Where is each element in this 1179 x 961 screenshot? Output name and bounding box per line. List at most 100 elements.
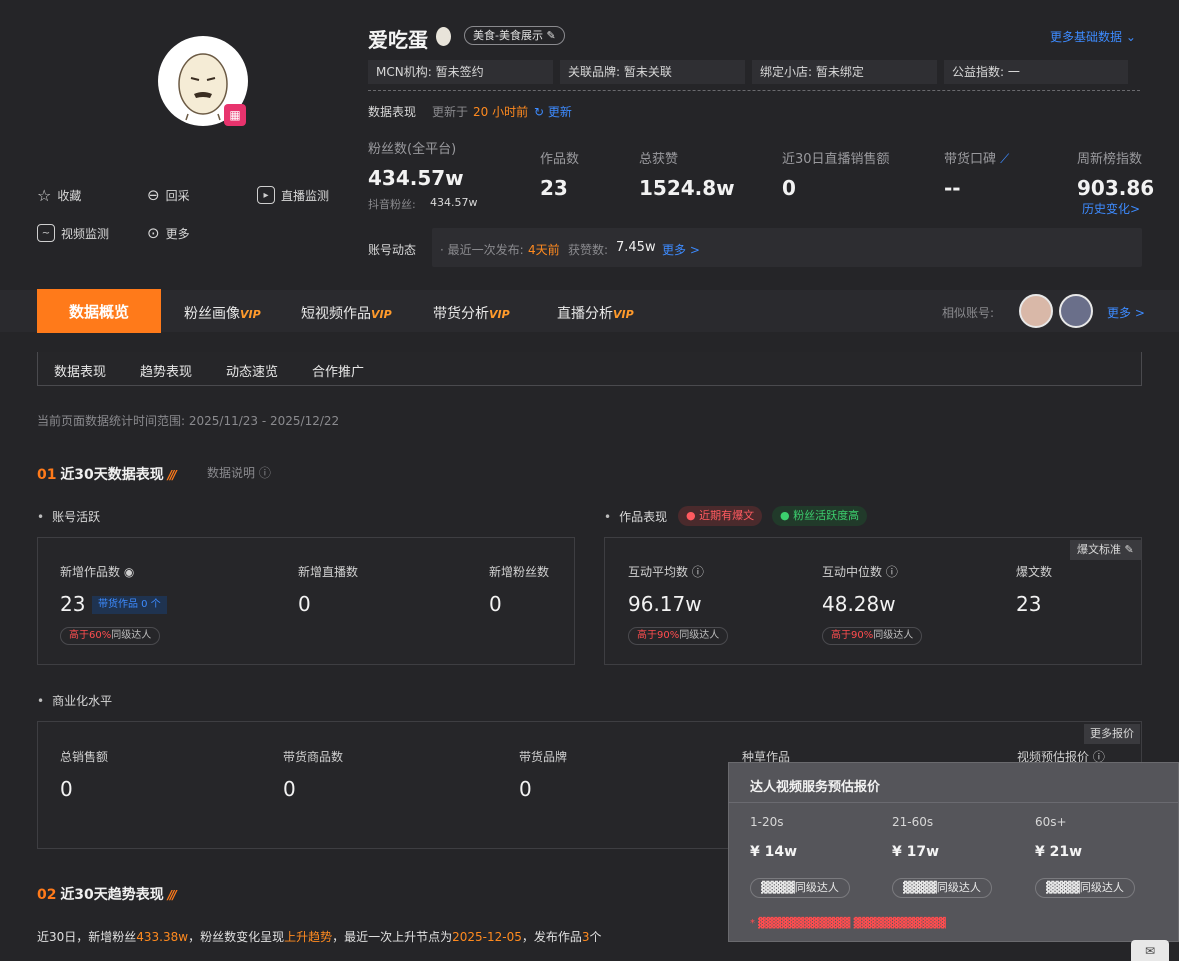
peer-label: 同级达人	[873, 630, 914, 641]
brands-value: 0	[519, 777, 532, 801]
peer-label: 同级达人	[794, 881, 839, 894]
data-explain-link[interactable]: 数据说明 ⓘ	[207, 464, 271, 481]
trend-text: ，发布作品	[521, 930, 582, 944]
new-live-value: 0	[298, 592, 311, 616]
trend-chart-icon[interactable]: ⟋	[1000, 152, 1009, 167]
section2-title: 近30天趋势表现	[60, 887, 164, 903]
fans-label: 粉丝数(全平台)	[368, 142, 457, 157]
more-basic-data-link[interactable]: 更多基础数据 ⌄	[1050, 28, 1136, 45]
recollect-icon: ⊖	[147, 186, 160, 204]
update-button[interactable]: ↻ 更新	[534, 103, 572, 120]
new-fans-label: 新增粉丝数	[489, 565, 550, 579]
dynamics-more-link[interactable]: 更多 >	[662, 241, 700, 258]
hot-badge: ● 近期有爆文	[678, 506, 763, 526]
peer-percent-blurred: ▓▓▓▓	[903, 881, 937, 894]
trend-text: 个	[589, 930, 602, 944]
star-icon: ☆	[37, 186, 52, 205]
trend-summary: 近30日，新增粉丝433.38w，粉丝数变化呈现上升趋势，最近一次上升节点为20…	[37, 928, 602, 945]
similar-more-link[interactable]: 更多 >	[1107, 304, 1145, 321]
history-change-link[interactable]: 历史变化>	[1082, 200, 1140, 217]
tab-short-video[interactable]: 短视频作品VIP	[301, 303, 392, 323]
new-works-label: 新增作品数 ◉	[60, 563, 134, 580]
tab-fans-label: 粉丝画像	[184, 306, 240, 322]
more-quote-button[interactable]: 更多报价	[1084, 724, 1140, 744]
vip-badge: VIP	[240, 308, 261, 321]
live-icon: ▸	[257, 186, 275, 204]
help-icon: ⓘ	[885, 565, 898, 579]
peer-compare-pill: ▓▓▓▓同级达人	[1035, 878, 1135, 898]
fans-value: 434.57w	[368, 166, 464, 190]
similar-account-avatar[interactable]	[1059, 294, 1093, 328]
tab-live[interactable]: 直播分析VIP	[557, 303, 634, 323]
hot-standard-button[interactable]: 爆文标准 ✎	[1070, 540, 1141, 560]
peer-percent: 高于90%	[637, 630, 680, 641]
recollect-button[interactable]: ⊖ 回采	[147, 186, 190, 204]
live-sales-value: 0	[782, 176, 796, 200]
edit-icon: ✎	[546, 29, 556, 42]
section1-title: 近30天数据表现	[60, 467, 164, 483]
egg-icon	[436, 27, 451, 46]
peer-percent: 高于90%	[831, 630, 874, 641]
tab-overview[interactable]: 数据概览	[37, 289, 161, 333]
quote-duration: 21-60s	[892, 815, 934, 829]
section2-num: 02	[37, 887, 57, 903]
chevron-down-icon: ⌄	[1125, 30, 1136, 44]
peer-compare-pill: 高于90%同级达人	[822, 627, 923, 645]
category-tag[interactable]: 美食-美食展示 ✎	[464, 26, 565, 45]
interact-avg-value: 96.17w	[628, 592, 702, 616]
subtab-cooperation[interactable]: 合作推广	[312, 361, 364, 380]
tab-fans[interactable]: 粉丝画像VIP	[184, 303, 261, 323]
similar-label: 相似账号:	[942, 306, 995, 320]
new-fans-value: 0	[489, 592, 502, 616]
weekly-index-value: 903.86	[1077, 176, 1155, 200]
trend-date: 2025-12-05	[452, 930, 522, 944]
new-works-value: 23	[60, 592, 86, 616]
qr-code-icon[interactable]: ▦	[224, 104, 246, 126]
peer-label: 同级达人	[111, 630, 152, 641]
live-monitor-button[interactable]: ▸ 直播监测	[257, 186, 329, 204]
hot-standard-label: 爆文标准	[1077, 543, 1121, 556]
subtab-trend[interactable]: 趋势表现	[140, 361, 192, 380]
subtab-dynamics[interactable]: 动态速览	[226, 361, 278, 380]
peer-percent-blurred: ▓▓▓▓	[1046, 881, 1080, 894]
likes-value: 1524.8w	[639, 176, 735, 200]
quote-price: ¥ 21w	[1035, 844, 1083, 860]
trend-text: ，粉丝数变化呈现	[188, 930, 285, 944]
interact-avg-label: 互动平均数 ⓘ	[628, 563, 704, 580]
more-icon: ⊙	[147, 224, 160, 242]
live-sales-label: 近30日直播销售额	[782, 152, 890, 167]
interact-med-text: 互动中位数	[822, 565, 883, 579]
new-live-label: 新增直播数	[298, 565, 359, 579]
works-performance-label: 作品表现	[604, 508, 667, 525]
reputation-text: 带货口碑	[944, 152, 997, 167]
favorite-button[interactable]: ☆ 收藏	[37, 186, 81, 205]
monitor-icon: ~	[37, 224, 55, 242]
weekly-index-label: 周新榜指数	[1077, 152, 1143, 167]
tab-live-label: 直播分析	[557, 306, 613, 322]
user-icon: ●	[780, 509, 790, 522]
total-sales-label: 总销售额	[60, 750, 109, 764]
slash-decoration: ///	[167, 468, 177, 482]
updated-time: 20 小时前	[473, 105, 529, 119]
subtab-performance[interactable]: 数据表现	[54, 361, 106, 380]
quote-duration: 1-20s	[750, 815, 784, 829]
goods-count-value: 0	[283, 777, 296, 801]
perf-label: 数据表现	[368, 105, 417, 119]
active-badge-label: 粉丝活跃度高	[793, 509, 860, 522]
interact-med-label: 互动中位数 ⓘ	[822, 563, 898, 580]
eye-icon: ◉	[123, 565, 135, 579]
updated-label: 更新于	[432, 105, 469, 119]
more-actions-button[interactable]: ⊙ 更多	[147, 224, 190, 242]
feedback-icon[interactable]: ✉	[1131, 940, 1169, 961]
update-label: 更新	[547, 105, 572, 119]
tab-commerce[interactable]: 带货分析VIP	[433, 303, 510, 323]
refresh-icon: ↻	[534, 105, 545, 119]
trend-works: 3	[581, 930, 590, 944]
goods-count-label: 带货商品数	[283, 750, 344, 764]
video-monitor-button[interactable]: ~ 视频监测	[37, 224, 109, 242]
similar-account-avatar[interactable]	[1019, 294, 1053, 328]
trend-fans-add: 433.38w	[136, 930, 189, 944]
hot-count-label: 爆文数	[1016, 565, 1053, 579]
commerce-works-tag[interactable]: 带货作品 0 个	[92, 596, 167, 614]
brands-label: 带货品牌	[519, 750, 568, 764]
